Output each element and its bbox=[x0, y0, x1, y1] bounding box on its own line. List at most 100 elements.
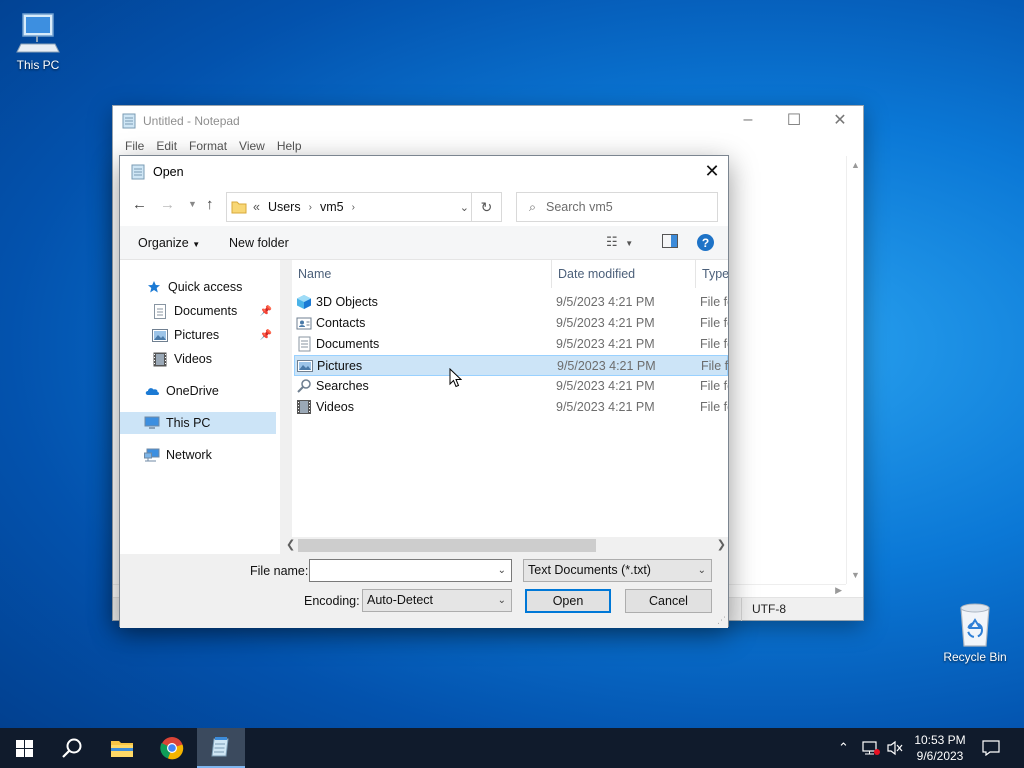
menu-format[interactable]: Format bbox=[183, 139, 233, 153]
forward-arrow-icon[interactable]: → bbox=[160, 196, 175, 213]
close-button[interactable]: ✕ bbox=[817, 106, 863, 134]
notepad-vertical-scrollbar[interactable]: ▲ ▼ bbox=[846, 156, 863, 584]
action-center-button[interactable] bbox=[982, 728, 1000, 768]
taskbar-file-explorer[interactable] bbox=[98, 728, 146, 768]
menu-file[interactable]: File bbox=[119, 139, 150, 153]
nav-item-pictures[interactable]: Pictures 📌 bbox=[120, 324, 276, 346]
chevron-down-icon[interactable]: ⌄ bbox=[460, 201, 469, 214]
file-date: 9/5/2023 4:21 PM bbox=[556, 379, 655, 393]
scrollbar-thumb[interactable] bbox=[298, 539, 596, 552]
organize-button[interactable]: Organize ▼ bbox=[138, 236, 200, 250]
refresh-icon[interactable]: ↻ bbox=[471, 193, 501, 221]
notepad-menubar: File Edit Format View Help bbox=[113, 136, 863, 156]
maximize-button[interactable]: ☐ bbox=[771, 106, 817, 134]
column-header-date-modified[interactable]: Date modified bbox=[558, 260, 635, 288]
address-bar[interactable]: « Users › vm5 › ⌄ ↻ bbox=[226, 192, 502, 222]
breadcrumb-overflow[interactable]: « bbox=[253, 200, 260, 214]
column-header-name[interactable]: Name bbox=[298, 260, 331, 288]
file-row[interactable]: 3D Objects 9/5/2023 4:21 PM File fo bbox=[294, 292, 728, 313]
file-row[interactable]: Searches 9/5/2023 4:21 PM File fo bbox=[294, 376, 728, 397]
notepad-title: Untitled - Notepad bbox=[143, 114, 240, 128]
network-icon bbox=[144, 447, 160, 463]
documents-icon bbox=[298, 336, 311, 352]
navigation-pane: Quick access Documents 📌 Pictures 📌 Vide… bbox=[120, 260, 280, 554]
network-status[interactable] bbox=[862, 728, 880, 768]
pin-icon: 📌 bbox=[259, 305, 272, 317]
menu-view[interactable]: View bbox=[233, 139, 271, 153]
desktop-icon-this-pc[interactable]: This PC bbox=[0, 10, 76, 72]
nav-item-quick-access[interactable]: Quick access bbox=[120, 276, 276, 298]
clock[interactable]: 10:53 PM 9/6/2023 bbox=[904, 732, 976, 764]
menu-help[interactable]: Help bbox=[271, 139, 308, 153]
column-divider[interactable] bbox=[695, 260, 696, 288]
videos-icon bbox=[152, 351, 168, 367]
search-box[interactable]: ⌕ Search vm5 bbox=[516, 192, 718, 222]
open-dialog[interactable]: Open ✕ ← → ▼ ↑ « Users › vm5 › ⌄ ↻ ⌕ Sea… bbox=[119, 155, 729, 628]
nav-item-videos[interactable]: Videos bbox=[120, 348, 276, 370]
file-name-input[interactable]: ⌄ bbox=[309, 559, 512, 582]
pictures-icon bbox=[152, 327, 168, 343]
notepad-icon bbox=[131, 164, 145, 180]
file-row-selected[interactable]: Pictures 9/5/2023 4:21 PM File fo bbox=[294, 355, 728, 376]
videos-icon bbox=[297, 400, 311, 414]
chevron-up-icon[interactable]: ⌃ bbox=[838, 740, 849, 756]
new-folder-button[interactable]: New folder bbox=[229, 236, 289, 250]
recent-locations-icon[interactable]: ▼ bbox=[188, 199, 197, 209]
scroll-down-icon[interactable]: ▼ bbox=[851, 570, 860, 580]
encoding-select[interactable]: Auto-Detect ⌄ bbox=[362, 589, 512, 612]
file-name: Searches bbox=[316, 379, 369, 393]
nav-item-network[interactable]: Network bbox=[120, 444, 276, 466]
taskbar-notepad[interactable] bbox=[197, 728, 245, 768]
breadcrumb-users[interactable]: Users bbox=[268, 200, 301, 214]
dialog-titlebar[interactable]: Open bbox=[120, 156, 728, 188]
file-list-horizontal-scrollbar[interactable]: ❮ ❯ bbox=[284, 537, 728, 554]
file-row[interactable]: Contacts 9/5/2023 4:21 PM File fo bbox=[294, 313, 728, 334]
taskbar-search-button[interactable] bbox=[48, 728, 96, 768]
preview-pane-icon[interactable] bbox=[662, 234, 678, 251]
mouse-cursor-icon bbox=[449, 368, 462, 388]
taskbar: ⌃ 10:53 PM 9/6/2023 bbox=[0, 728, 1024, 768]
nav-item-this-pc[interactable]: This PC bbox=[120, 412, 276, 434]
nav-item-documents[interactable]: Documents 📌 bbox=[120, 300, 276, 322]
search-placeholder: Search vm5 bbox=[546, 200, 613, 214]
chevron-down-icon[interactable]: ⌄ bbox=[498, 560, 506, 581]
scroll-right-icon[interactable]: ▶ bbox=[835, 585, 842, 596]
file-type: File fo bbox=[700, 295, 728, 309]
taskbar-chrome[interactable] bbox=[148, 728, 196, 768]
chevron-right-icon[interactable]: › bbox=[309, 202, 312, 213]
minimize-button[interactable]: – bbox=[725, 106, 771, 134]
scroll-right-icon[interactable]: ❯ bbox=[717, 538, 726, 551]
nav-item-label: Videos bbox=[174, 352, 212, 366]
column-header-type[interactable]: Type bbox=[702, 260, 728, 288]
file-date: 9/5/2023 4:21 PM bbox=[557, 359, 656, 373]
column-divider[interactable] bbox=[551, 260, 552, 288]
nav-item-label: This PC bbox=[166, 416, 211, 430]
view-options-icon[interactable]: ☷ ▼ bbox=[606, 234, 633, 250]
back-arrow-icon[interactable]: ← bbox=[132, 196, 147, 213]
up-arrow-icon[interactable]: ↑ bbox=[206, 196, 214, 213]
volume-status[interactable] bbox=[886, 728, 904, 768]
menu-edit[interactable]: Edit bbox=[150, 139, 183, 153]
scroll-left-icon[interactable]: ❮ bbox=[286, 538, 295, 551]
resize-grip-icon[interactable]: ⋰ bbox=[717, 615, 726, 626]
desktop-icon-label: This PC bbox=[16, 58, 60, 72]
dialog-close-button[interactable]: ✕ bbox=[696, 156, 728, 186]
cancel-button[interactable]: Cancel bbox=[625, 589, 712, 613]
encoding-label: Encoding: bbox=[304, 594, 360, 608]
file-row[interactable]: Videos 9/5/2023 4:21 PM File fo bbox=[294, 397, 728, 418]
scroll-up-icon[interactable]: ▲ bbox=[851, 160, 860, 170]
file-type-select[interactable]: Text Documents (*.txt) ⌄ bbox=[523, 559, 712, 582]
start-button[interactable] bbox=[0, 728, 48, 768]
open-button[interactable]: Open bbox=[525, 589, 611, 613]
nav-item-onedrive[interactable]: OneDrive bbox=[120, 380, 276, 402]
desktop-icon-recycle-bin[interactable]: Recycle Bin bbox=[937, 600, 1013, 664]
breadcrumb-vm5[interactable]: vm5 bbox=[320, 200, 344, 214]
file-row[interactable]: Documents 9/5/2023 4:21 PM File fo bbox=[294, 334, 728, 355]
help-icon[interactable]: ? bbox=[697, 234, 714, 251]
notifications-icon bbox=[982, 740, 1000, 756]
chevron-down-icon[interactable]: ⌄ bbox=[498, 590, 506, 611]
chevron-down-icon[interactable]: ⌄ bbox=[698, 560, 706, 581]
show-hidden-icons-button[interactable]: ⌃ bbox=[838, 728, 849, 768]
file-list: Name ⌃ Date modified Type 3D Objects 9/5… bbox=[292, 260, 728, 537]
chevron-right-icon[interactable]: › bbox=[352, 202, 355, 213]
